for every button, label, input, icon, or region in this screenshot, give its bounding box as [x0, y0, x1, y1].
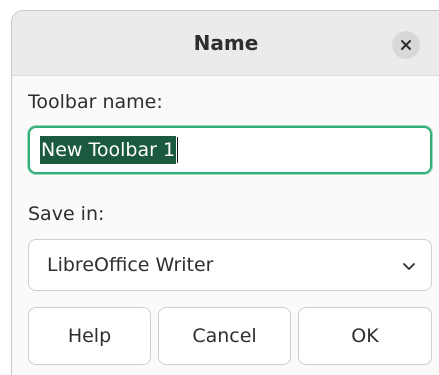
help-button[interactable]: Help — [28, 307, 151, 365]
close-icon — [401, 40, 411, 50]
dialog-title: Name — [193, 31, 259, 55]
save-in-label: Save in: — [28, 203, 105, 225]
save-in-selected-value: LibreOffice Writer — [47, 254, 214, 276]
name-dialog: Name Toolbar name: New Toolbar 1 Save in… — [11, 10, 439, 375]
chevron-down-icon — [403, 263, 415, 270]
dialog-titlebar: Name — [12, 11, 439, 76]
text-caret — [177, 137, 179, 163]
toolbar-name-label: Toolbar name: — [28, 91, 163, 113]
save-in-dropdown[interactable]: LibreOffice Writer — [28, 239, 432, 291]
cancel-button[interactable]: Cancel — [158, 307, 291, 365]
ok-button[interactable]: OK — [298, 307, 432, 365]
toolbar-name-input[interactable]: New Toolbar 1 — [28, 126, 432, 174]
close-button[interactable] — [392, 31, 420, 59]
toolbar-name-value: New Toolbar 1 — [40, 136, 177, 164]
